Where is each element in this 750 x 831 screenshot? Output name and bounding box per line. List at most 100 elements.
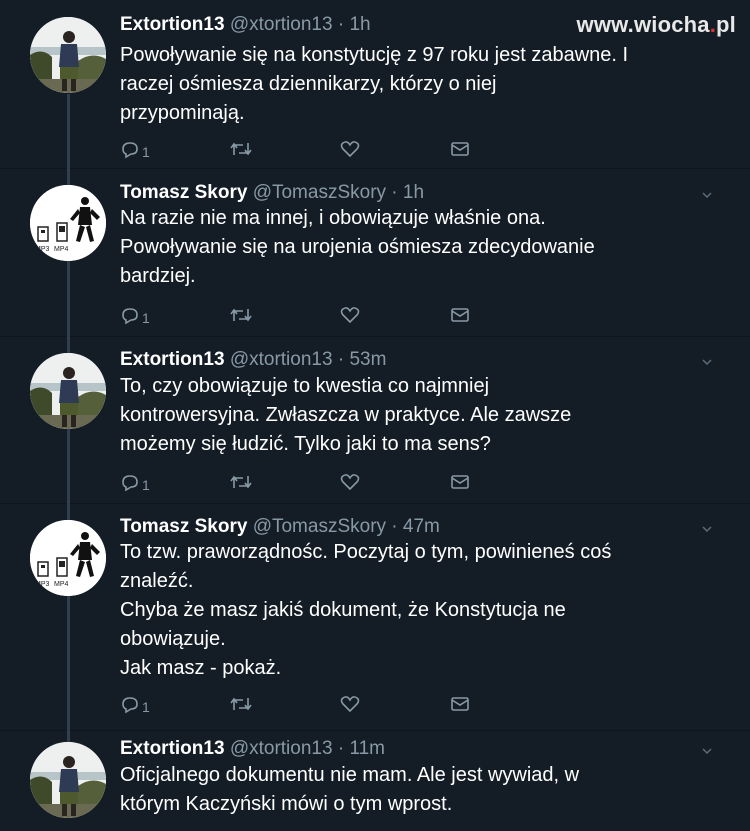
time-separator: ·: [386, 516, 403, 537]
thread-line: [67, 596, 70, 730]
user-handle[interactable]: @xtortion13: [230, 14, 333, 35]
chevron-down-icon[interactable]: [702, 748, 712, 754]
logo-text-mp4: MP4: [54, 246, 69, 253]
display-name[interactable]: Tomasz Skory: [120, 182, 247, 203]
mp3-mp4-logo-icon: MP3 MP4: [30, 520, 106, 596]
time-separator: ·: [332, 349, 350, 370]
reply-count: 1: [142, 477, 150, 493]
envelope-icon: [451, 475, 469, 489]
timestamp[interactable]: 1h: [349, 14, 370, 35]
thread-line: [67, 730, 70, 742]
dm-button[interactable]: [450, 140, 470, 158]
timestamp[interactable]: 1h: [403, 182, 424, 203]
reply-icon: [122, 308, 138, 325]
retweet-button[interactable]: [230, 140, 252, 158]
user-handle[interactable]: @TomaszSkory: [253, 182, 386, 203]
tweet[interactable]: Extortion13 @xtortion13 · 11m Oficjalneg…: [0, 730, 750, 831]
like-button[interactable]: [340, 306, 360, 324]
avatar[interactable]: MP3 MP4: [30, 185, 106, 261]
like-button[interactable]: [340, 695, 360, 713]
like-button[interactable]: [340, 140, 360, 158]
envelope-icon: [451, 697, 469, 711]
thread-line: [67, 503, 70, 520]
logo-text-mp3: MP3: [35, 246, 50, 253]
thread-line: [67, 261, 70, 336]
user-handle[interactable]: @xtortion13: [230, 738, 333, 759]
reply-button[interactable]: 1: [120, 140, 150, 160]
tweet-text: Na razie nie ma innej, i obowiązuje właś…: [120, 207, 595, 287]
display-name[interactable]: Tomasz Skory: [120, 516, 247, 537]
reply-icon: [122, 697, 138, 714]
profile-photo-man-icon: [30, 17, 106, 93]
avatar[interactable]: MP3 MP4: [30, 520, 106, 596]
envelope-icon: [451, 308, 469, 322]
thread-line: [67, 94, 70, 168]
tweet[interactable]: MP3 MP4 Tomasz Skory @TomaszSkory · 1h N…: [0, 168, 750, 337]
avatar[interactable]: [30, 742, 106, 818]
heart-icon: [340, 474, 360, 491]
retweet-icon: [230, 142, 252, 156]
tweet-text: To, czy obowiązuje to kwestia co najmnie…: [120, 375, 572, 455]
retweet-button[interactable]: [230, 695, 252, 713]
reply-count: 1: [142, 144, 150, 160]
display-name[interactable]: Extortion13: [120, 14, 225, 35]
dm-button[interactable]: [450, 306, 470, 324]
chevron-down-icon[interactable]: [702, 359, 712, 365]
tweet[interactable]: Extortion13 @xtortion13 · 53m To, czy ob…: [0, 336, 750, 504]
action-bar: 1: [120, 473, 480, 493]
reply-button[interactable]: 1: [120, 695, 150, 715]
thread-line: [67, 168, 70, 185]
user-handle[interactable]: @xtortion13: [230, 349, 333, 370]
reply-count: 1: [142, 310, 150, 326]
action-bar: 1: [120, 695, 480, 715]
like-button[interactable]: [340, 473, 360, 491]
reply-count: 1: [142, 699, 150, 715]
thread-line: [67, 336, 70, 353]
timestamp[interactable]: 47m: [403, 516, 440, 537]
heart-icon: [340, 696, 360, 713]
reply-icon: [122, 142, 138, 159]
profile-photo-man-icon: [30, 353, 106, 429]
tweet-header: Tomasz Skory @TomaszSkory · 47m: [120, 516, 440, 538]
thread-line: [67, 429, 70, 503]
chevron-down-icon[interactable]: [702, 192, 712, 198]
dm-button[interactable]: [450, 695, 470, 713]
display-name[interactable]: Extortion13: [120, 738, 225, 759]
timestamp[interactable]: 11m: [349, 738, 385, 759]
tweet-text: Powoływanie się na konstytucję z 97 roku…: [120, 44, 629, 124]
dm-button[interactable]: [450, 473, 470, 491]
tweet[interactable]: Extortion13 @xtortion13 · 1h Powoływanie…: [0, 0, 750, 169]
user-handle[interactable]: @TomaszSkory: [253, 516, 386, 537]
heart-icon: [340, 141, 360, 158]
retweet-button[interactable]: [230, 306, 252, 324]
timestamp[interactable]: 53m: [349, 349, 386, 370]
reply-button[interactable]: 1: [120, 473, 150, 493]
action-bar: 1: [120, 306, 480, 326]
retweet-icon: [230, 308, 252, 322]
time-separator: ·: [332, 14, 350, 35]
mp3-mp4-logo-icon: MP3 MP4: [30, 185, 106, 261]
tweet-text: To tzw. praworządnośc. Poczytaj o tym, p…: [120, 541, 612, 679]
reply-icon: [122, 475, 138, 492]
time-separator: ·: [386, 182, 403, 203]
tweet-header: Tomasz Skory @TomaszSkory · 1h: [120, 182, 424, 204]
action-bar: 1: [120, 140, 480, 160]
tweet[interactable]: MP3 MP4 Tomasz Skory @TomaszSkory · 47m …: [0, 503, 750, 731]
retweet-icon: [230, 475, 252, 489]
tweet-header: Extortion13 @xtortion13 · 11m: [120, 738, 385, 760]
retweet-icon: [230, 697, 252, 711]
avatar[interactable]: [30, 353, 106, 429]
tweet-text: Oficjalnego dokumentu nie mam. Ale jest …: [120, 764, 580, 815]
tweet-header: Extortion13 @xtortion13 · 1h: [120, 14, 371, 36]
display-name[interactable]: Extortion13: [120, 349, 225, 370]
tweet-header: Extortion13 @xtortion13 · 53m: [120, 349, 386, 371]
logo-text-mp4: MP4: [54, 581, 69, 588]
profile-photo-man-icon: [30, 742, 106, 818]
avatar[interactable]: [30, 17, 106, 93]
retweet-button[interactable]: [230, 473, 252, 491]
envelope-icon: [451, 142, 469, 156]
reply-button[interactable]: 1: [120, 306, 150, 326]
chevron-down-icon[interactable]: [702, 526, 712, 532]
heart-icon: [340, 307, 360, 324]
time-separator: ·: [332, 738, 350, 759]
